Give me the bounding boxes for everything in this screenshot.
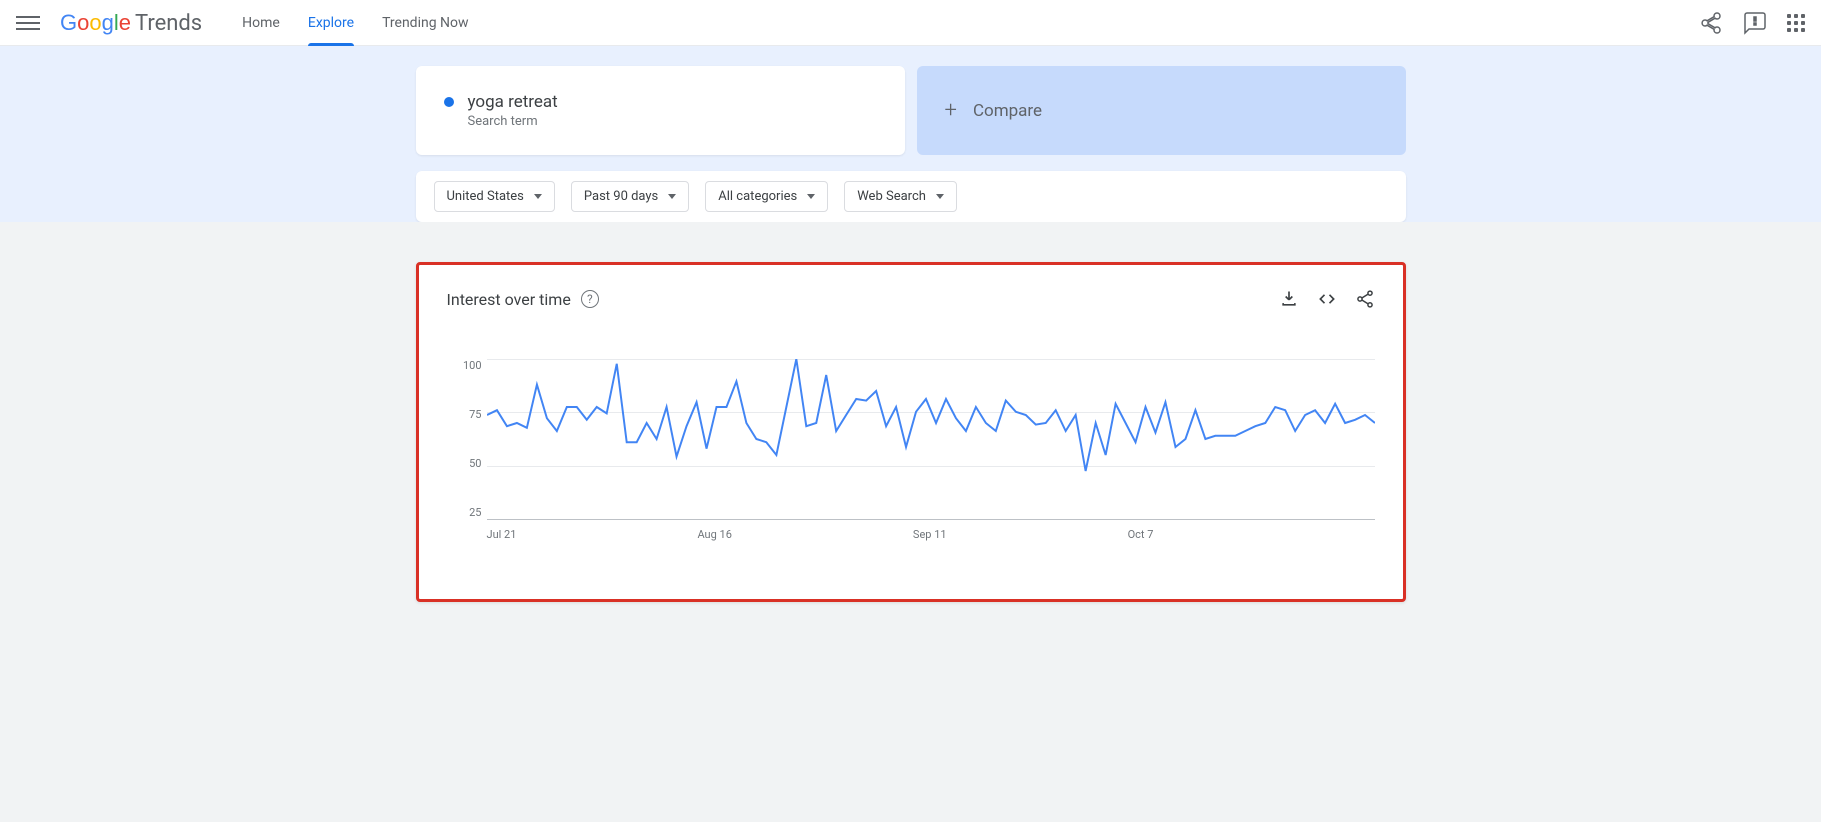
header-actions: [1699, 11, 1805, 35]
search-type-filter[interactable]: Web Search: [844, 181, 957, 212]
feedback-icon[interactable]: [1743, 11, 1767, 35]
chevron-down-icon: [534, 194, 542, 199]
region-filter-label: United States: [447, 189, 524, 204]
logo-trends-text: Trends: [135, 11, 202, 36]
y-tick: 75: [452, 408, 482, 421]
y-tick: 100: [452, 359, 482, 372]
search-term-type: Search term: [468, 114, 877, 129]
main-nav: Home Explore Trending Now: [242, 1, 468, 45]
chart-plot-area: 100 75 50 25 Jul 21 Aug 16: [487, 359, 1375, 559]
search-term-card[interactable]: yoga retreat Search term: [416, 66, 905, 155]
series-color-dot: [444, 97, 454, 107]
y-tick: 25: [452, 506, 482, 519]
x-axis-line: [487, 519, 1375, 520]
share-chart-icon[interactable]: [1355, 289, 1375, 309]
x-tick: Oct 7: [1128, 528, 1154, 541]
chevron-down-icon: [807, 194, 815, 199]
google-trends-logo[interactable]: Google Trends: [60, 10, 202, 36]
x-tick: Aug 16: [697, 528, 731, 541]
search-term-text: yoga retreat: [468, 92, 558, 112]
filters-bar: United States Past 90 days All categorie…: [416, 171, 1406, 222]
chevron-down-icon: [936, 194, 944, 199]
region-filter[interactable]: United States: [434, 181, 555, 212]
download-icon[interactable]: [1279, 289, 1299, 309]
x-axis-labels: Jul 21 Aug 16 Sep 11 Oct 7: [487, 528, 1375, 541]
y-tick: 50: [452, 457, 482, 470]
embed-icon[interactable]: [1317, 289, 1337, 309]
nav-trending-now[interactable]: Trending Now: [382, 1, 468, 45]
hamburger-menu-icon[interactable]: [16, 11, 40, 35]
interest-over-time-card: Interest over time ? 100 75 50 25: [416, 262, 1406, 602]
chevron-down-icon: [668, 194, 676, 199]
share-icon[interactable]: [1699, 11, 1723, 35]
nav-explore[interactable]: Explore: [308, 1, 354, 45]
category-filter[interactable]: All categories: [705, 181, 828, 212]
nav-home[interactable]: Home: [242, 1, 280, 45]
search-section: yoga retreat Search term + Compare Unite…: [0, 46, 1821, 222]
top-header: Google Trends Home Explore Trending Now: [0, 0, 1821, 46]
google-apps-icon[interactable]: [1787, 14, 1805, 32]
search-type-filter-label: Web Search: [857, 189, 926, 204]
add-compare-button[interactable]: + Compare: [917, 66, 1406, 155]
x-tick: Sep 11: [913, 528, 947, 541]
time-filter-label: Past 90 days: [584, 189, 658, 204]
time-filter[interactable]: Past 90 days: [571, 181, 689, 212]
compare-label: Compare: [973, 101, 1042, 121]
page-body: Interest over time ? 100 75 50 25: [0, 222, 1821, 822]
y-axis-labels: 100 75 50 25: [452, 359, 482, 519]
category-filter-label: All categories: [718, 189, 797, 204]
plus-icon: +: [945, 98, 957, 123]
x-tick: Jul 21: [487, 528, 517, 541]
line-chart-svg: [487, 359, 1375, 519]
chart-title: Interest over time: [447, 290, 571, 309]
help-icon[interactable]: ?: [581, 290, 599, 308]
